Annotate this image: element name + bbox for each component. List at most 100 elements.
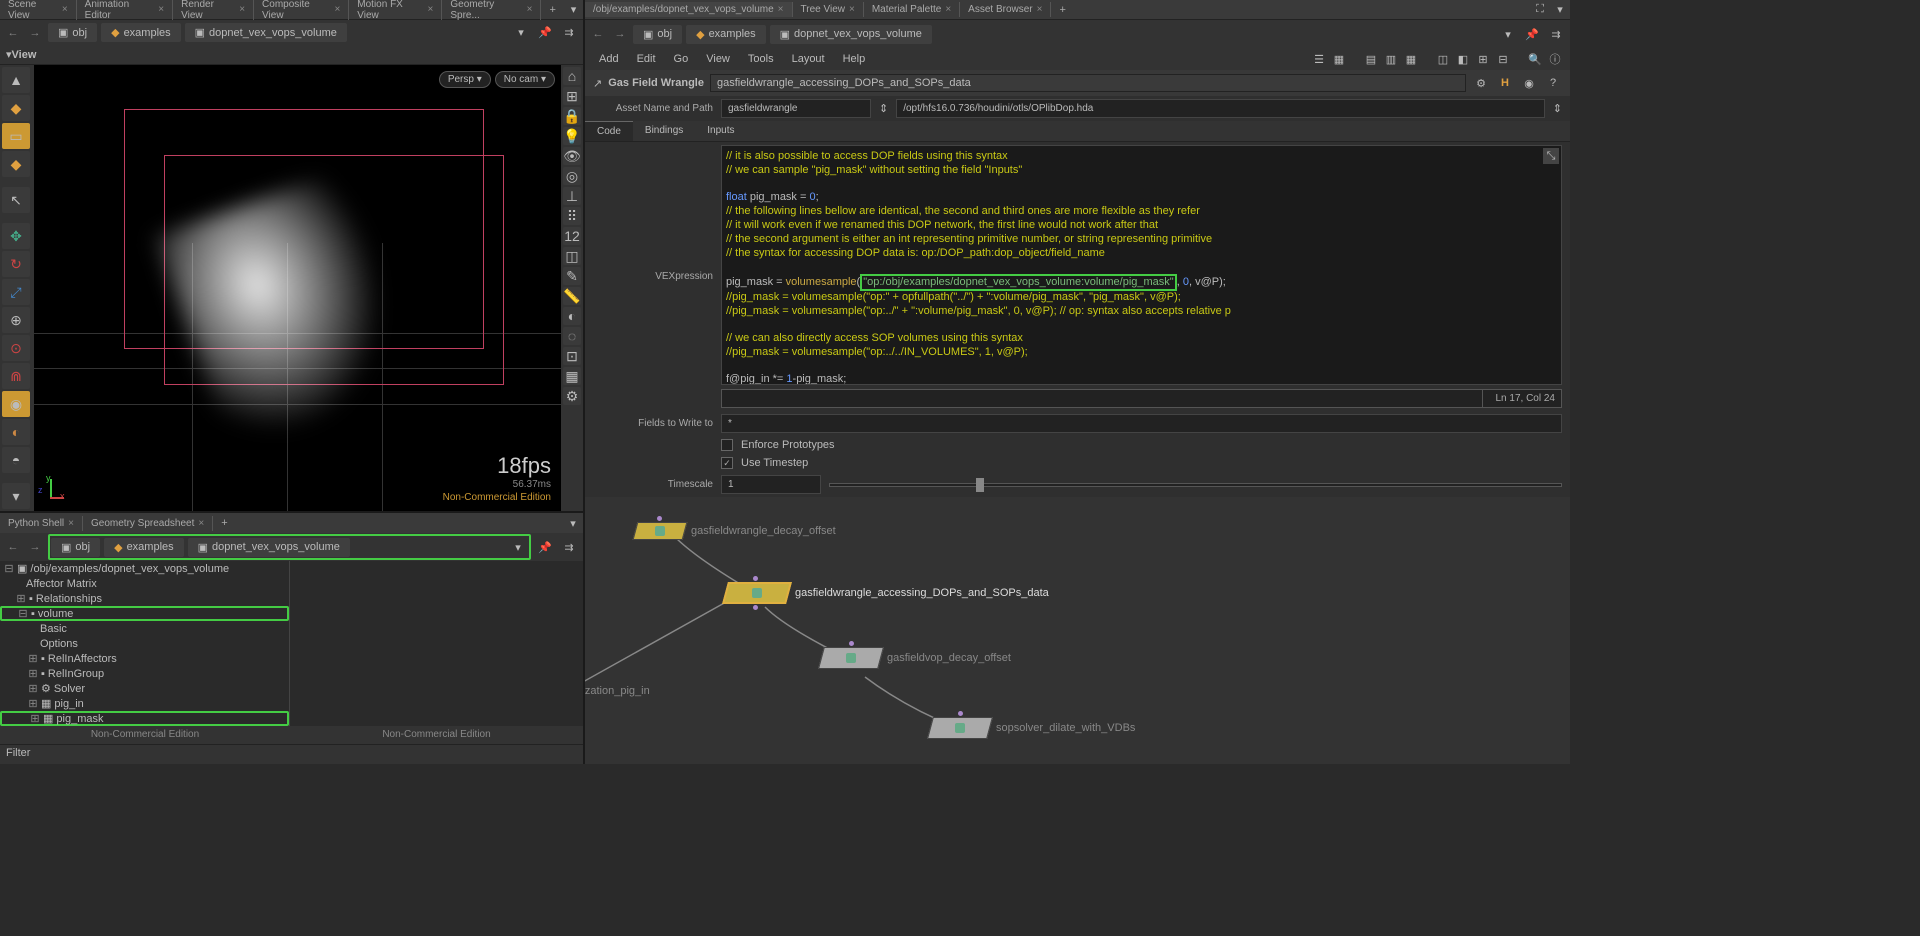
path-lvl2[interactable]: ▣ dopnet_vex_vops_volume bbox=[188, 538, 350, 557]
camera-dropdown[interactable]: No cam ▾ bbox=[495, 71, 555, 88]
opt2-icon[interactable]: ◧ bbox=[1454, 50, 1472, 68]
tool-move-icon[interactable]: ✥ bbox=[2, 223, 30, 249]
display-lock-icon[interactable]: 🔒 bbox=[563, 107, 581, 125]
tool-cursor-icon[interactable]: ↖ bbox=[2, 187, 30, 213]
path-lvl2[interactable]: ▣ dopnet_vex_vops_volume bbox=[770, 25, 932, 44]
tab-material-palette[interactable]: Material Palette× bbox=[864, 2, 960, 17]
display-ghost-icon[interactable]: ◌ bbox=[563, 327, 581, 345]
pane-menu-icon[interactable]: ▾ bbox=[564, 0, 583, 20]
expand-icon[interactable]: ⊞ bbox=[28, 697, 38, 710]
close-icon[interactable]: × bbox=[778, 4, 784, 15]
menu-go[interactable]: Go bbox=[666, 51, 697, 67]
opt4-icon[interactable]: ⊟ bbox=[1494, 50, 1512, 68]
expand-icon[interactable]: ⊞ bbox=[30, 712, 40, 725]
tool-camera-icon[interactable]: ▾ bbox=[2, 483, 30, 509]
tab-inputs[interactable]: Inputs bbox=[695, 121, 746, 141]
tree-item[interactable]: ⊞▪RelInAffectors bbox=[0, 651, 289, 666]
display-edit-icon[interactable]: ✎ bbox=[563, 267, 581, 285]
dropdown-icon[interactable]: ⇕ bbox=[879, 102, 888, 115]
tool-paint-icon[interactable]: ◐ bbox=[2, 419, 30, 445]
display-options-icon[interactable]: ⚙ bbox=[563, 387, 581, 405]
close-icon[interactable]: × bbox=[527, 4, 533, 15]
h-icon[interactable]: H bbox=[1496, 74, 1514, 92]
gear-icon[interactable]: ⚙ bbox=[1472, 74, 1490, 92]
path-root[interactable]: ▣ obj bbox=[48, 23, 97, 42]
opt1-icon[interactable]: ◫ bbox=[1434, 50, 1452, 68]
tool-region-icon[interactable]: ▭ bbox=[2, 123, 30, 149]
tab-tree-view[interactable]: Tree View× bbox=[793, 2, 864, 17]
tree-item[interactable]: Affector Matrix bbox=[0, 576, 289, 591]
tool-handle-icon[interactable]: ◆ bbox=[2, 151, 30, 177]
node-accessing-dops[interactable]: gasfieldwrangle_accessing_DOPs_and_SOPs_… bbox=[725, 582, 1049, 604]
tool-pose-icon[interactable]: ⊕ bbox=[2, 307, 30, 333]
display-homeview-icon[interactable]: ⌂ bbox=[563, 67, 581, 85]
tab-python-shell[interactable]: Python Shell× bbox=[0, 516, 83, 531]
expand-icon[interactable]: ⊞ bbox=[28, 682, 38, 695]
tab-add-button[interactable]: + bbox=[1051, 2, 1073, 18]
tool-rotate-icon[interactable]: ↻ bbox=[2, 251, 30, 277]
close-icon[interactable]: × bbox=[68, 518, 74, 529]
menu-add[interactable]: Add bbox=[591, 51, 627, 67]
info-icon[interactable]: ⓘ bbox=[1546, 50, 1564, 68]
close-icon[interactable]: × bbox=[849, 4, 855, 15]
path-lvl1[interactable]: ◆ examples bbox=[104, 538, 184, 557]
tree-item[interactable]: ⊞▦pig_in bbox=[0, 696, 289, 711]
link-icon[interactable]: ⇉ bbox=[559, 537, 579, 557]
tab-add-button[interactable]: + bbox=[213, 515, 235, 531]
close-icon[interactable]: × bbox=[198, 518, 204, 529]
close-icon[interactable]: × bbox=[428, 4, 434, 15]
link-icon[interactable]: ⇉ bbox=[559, 23, 579, 43]
persp-dropdown[interactable]: Persp ▾ bbox=[439, 71, 491, 88]
display-normals-icon[interactable]: ⊥ bbox=[563, 187, 581, 205]
menu-view[interactable]: View bbox=[698, 51, 738, 67]
display-guide-icon[interactable]: ⊡ bbox=[563, 347, 581, 365]
nav-back-icon[interactable]: ← bbox=[4, 538, 22, 556]
timescale-input[interactable] bbox=[721, 475, 821, 494]
expand-icon[interactable]: ⊟ bbox=[18, 607, 28, 620]
tree-item[interactable]: ⊞⚙Solver bbox=[0, 681, 289, 696]
menu-layout[interactable]: Layout bbox=[784, 51, 833, 67]
tool-scale-icon[interactable]: ⤢ bbox=[2, 279, 30, 305]
display-points-icon[interactable]: ⠿ bbox=[563, 207, 581, 225]
close-icon[interactable]: × bbox=[945, 4, 951, 15]
link-icon[interactable]: ⇉ bbox=[1546, 24, 1566, 44]
flag-icon[interactable]: ◉ bbox=[1520, 74, 1538, 92]
tab-geo-spreadsheet[interactable]: Geometry Spreadsheet× bbox=[83, 516, 213, 531]
pane-menu-icon[interactable]: ▾ bbox=[563, 513, 583, 533]
tree-item[interactable]: Options bbox=[0, 636, 289, 651]
expand-icon[interactable]: ⊟ bbox=[4, 562, 14, 575]
pin-icon[interactable]: 📌 bbox=[535, 537, 555, 557]
node-name-field[interactable]: gasfieldwrangle_accessing_DOPs_and_SOPs_… bbox=[710, 74, 1466, 92]
timestep-checkbox[interactable] bbox=[721, 457, 733, 469]
pin-icon[interactable]: 📌 bbox=[535, 23, 555, 43]
display-materials-icon[interactable]: ◐ bbox=[563, 307, 581, 325]
close-icon[interactable]: × bbox=[239, 4, 245, 15]
tree-root[interactable]: ⊟▣/obj/examples/dopnet_vex_vops_volume bbox=[0, 561, 289, 576]
pin-icon[interactable]: 📌 bbox=[1522, 24, 1542, 44]
expand-icon[interactable]: ⊞ bbox=[16, 592, 26, 605]
tab-add-button[interactable]: + bbox=[541, 2, 563, 18]
tab-network[interactable]: /obj/examples/dopnet_vex_vops_volume× bbox=[585, 2, 793, 17]
close-icon[interactable]: × bbox=[1037, 4, 1043, 15]
tree-item[interactable]: Basic bbox=[0, 621, 289, 636]
menu-edit[interactable]: Edit bbox=[629, 51, 664, 67]
filter-input[interactable]: Filter bbox=[0, 744, 583, 764]
tool-lasso-icon[interactable]: ◆ bbox=[2, 95, 30, 121]
node-decay-offset[interactable]: gasfieldwrangle_decay_offset bbox=[635, 522, 836, 540]
tab-code[interactable]: Code bbox=[585, 121, 633, 141]
list-icon[interactable]: ☰ bbox=[1310, 50, 1328, 68]
close-icon[interactable]: × bbox=[334, 4, 340, 15]
fields-input[interactable] bbox=[721, 414, 1562, 433]
nav-fwd-icon[interactable]: → bbox=[26, 24, 44, 42]
menu-tools[interactable]: Tools bbox=[740, 51, 782, 67]
find-icon[interactable]: 🔍 bbox=[1526, 50, 1544, 68]
display-nums-icon[interactable]: 12 bbox=[563, 227, 581, 245]
path-lvl2[interactable]: ▣ dopnet_vex_vops_volume bbox=[185, 23, 347, 42]
grid-icon[interactable]: ▦ bbox=[1330, 50, 1348, 68]
path-dropdown-icon[interactable]: ▾ bbox=[511, 23, 531, 43]
tool-snap-icon[interactable]: ⊙ bbox=[2, 335, 30, 361]
path-lvl1[interactable]: ◆ examples bbox=[101, 23, 181, 42]
node-jump-icon[interactable]: ↗ bbox=[593, 77, 602, 90]
vex-code-editor[interactable]: // it is also possible to access DOP fie… bbox=[721, 145, 1562, 385]
layout3-icon[interactable]: ▦ bbox=[1402, 50, 1420, 68]
